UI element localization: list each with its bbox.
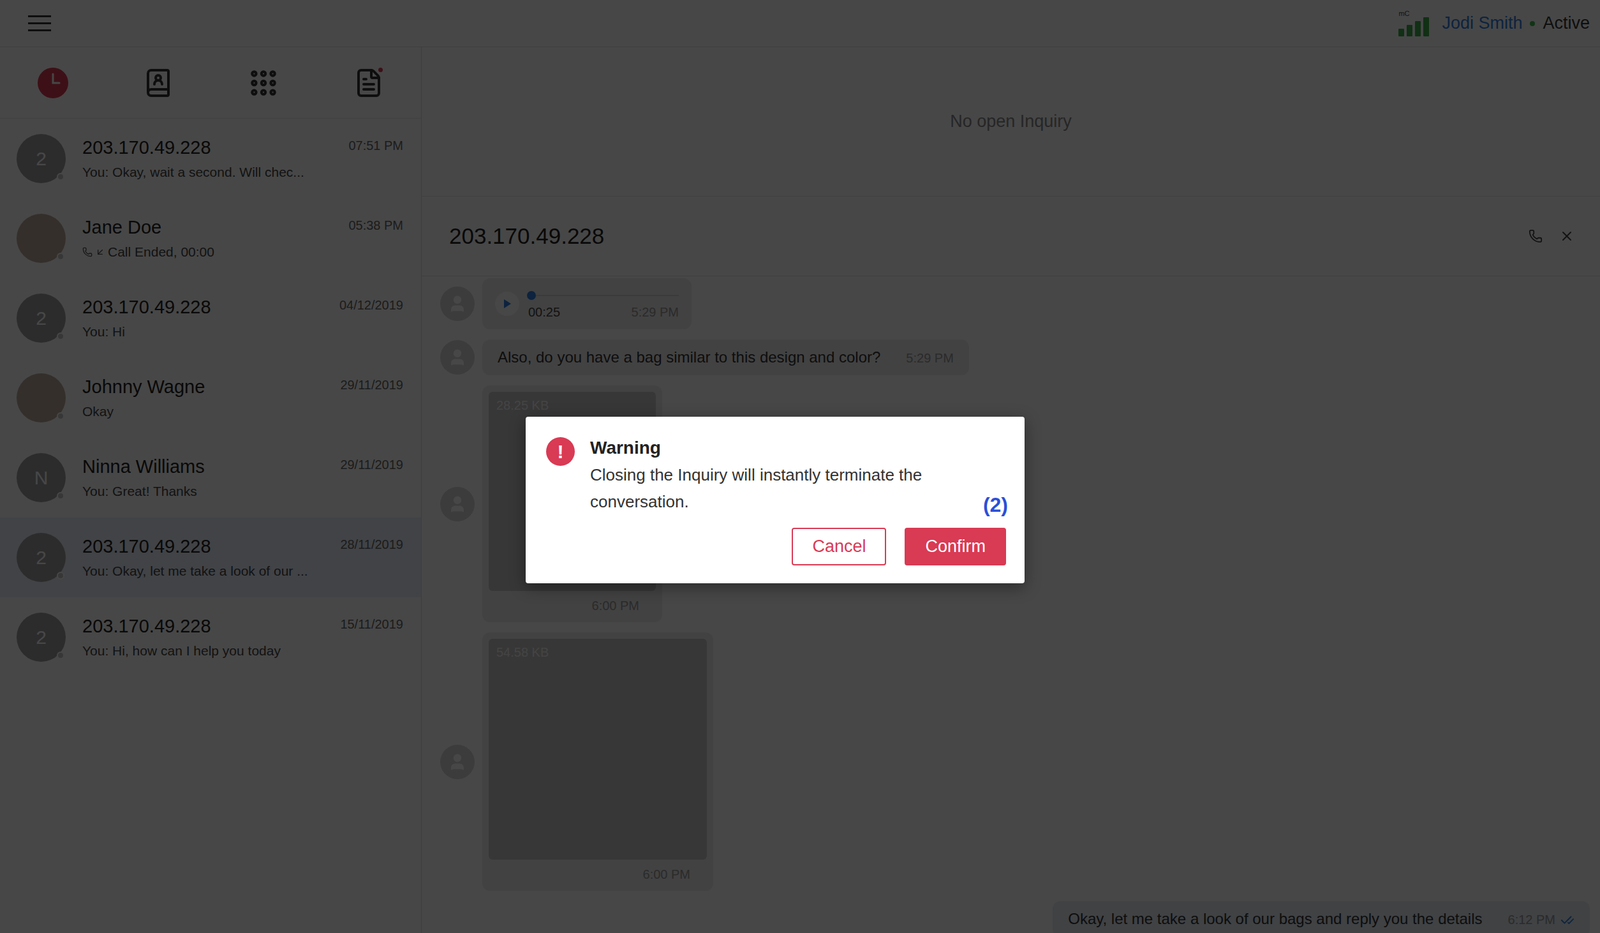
step-marker: (2) [983, 493, 1008, 517]
dialog-buttons: Cancel Confirm [546, 527, 1007, 566]
dialog-title: Warning [590, 437, 986, 459]
app: mCJodi SmithActive2203.170.49.22807:51 P… [0, 0, 1600, 933]
dialog-content: ! WarningClosing the Inquiry will instant… [546, 437, 1007, 515]
warning-icon: ! [546, 437, 575, 466]
cancel-button[interactable]: Cancel [791, 527, 887, 566]
modal-overlay[interactable]: ! WarningClosing the Inquiry will instant… [0, 0, 1600, 933]
warning-dialog: ! WarningClosing the Inquiry will instant… [525, 416, 1025, 584]
confirm-button[interactable]: Confirm [904, 527, 1007, 566]
dialog-message: Closing the Inquiry will instantly termi… [590, 461, 986, 515]
dialog-text: WarningClosing the Inquiry will instantl… [590, 437, 986, 515]
